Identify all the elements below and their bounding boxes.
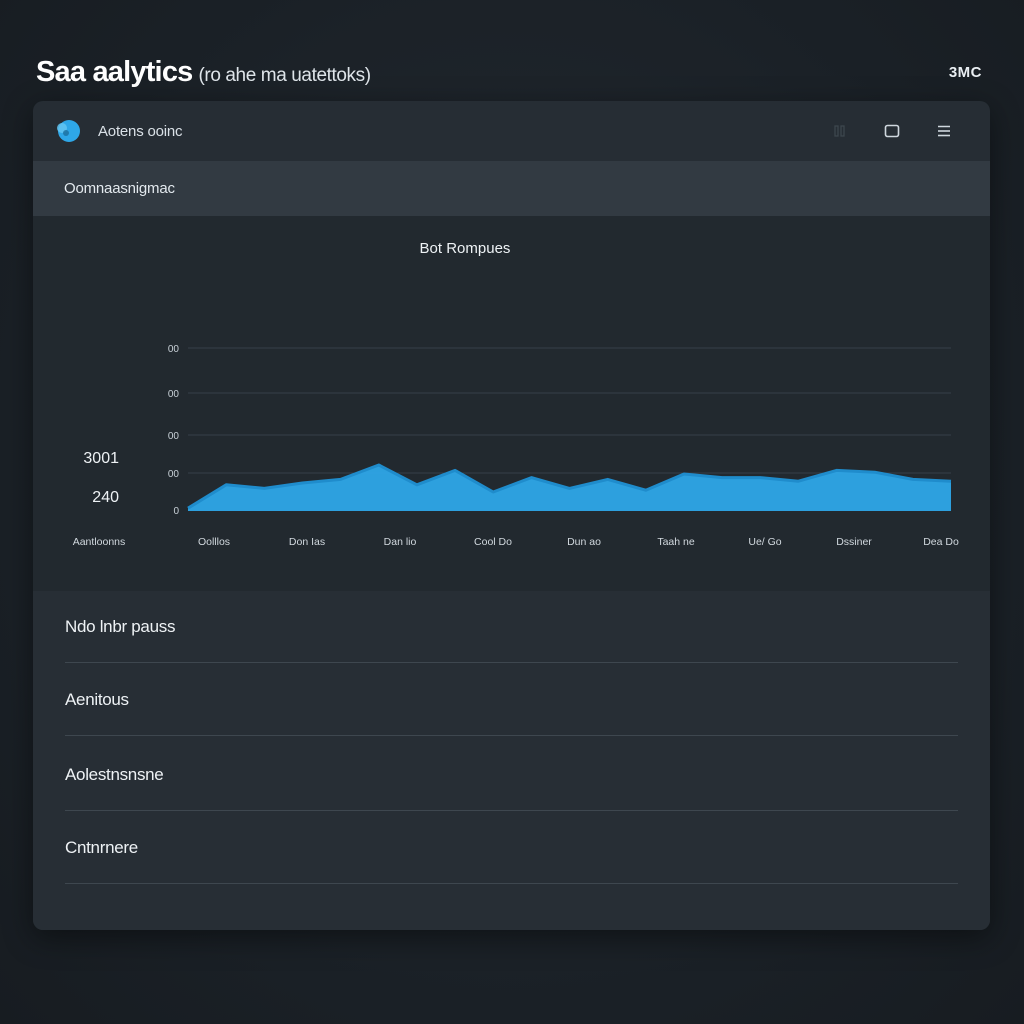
x-tick-label: Don Ias [289,536,325,548]
area-chart: Bot Rompues0000000003001240Aantloonns Ool… [73,240,959,548]
page-header: Saa aalytics (ro ahe ma uatettoks) 3MC [36,52,982,92]
panel-toolbar: Aotens ooinc [33,101,990,161]
side-label: 240 [92,489,119,506]
side-label: 3001 [83,450,119,467]
x-tick-label: Dssiner [836,536,872,548]
menu-icon[interactable] [918,114,970,148]
chart-area: Bot Rompues 0 00 00 00 00 3001 240 Aantloonns Ool… [33,216,990,591]
y-tick-label: 00 [168,431,180,442]
x-tick-label: Ue/ Go [748,536,781,548]
x-tick-label: Taah ne [657,536,695,548]
top-right-badge[interactable]: 3MC [949,64,982,81]
grid-icon[interactable] [814,114,866,148]
x-tick-label: Cool Do [474,536,512,548]
y-tick-label: 00 [168,389,180,400]
list-item[interactable]: Aolestnsnsne [65,739,958,811]
app-name: Aotens ooinc [98,122,183,140]
x-tick-label: Dan lio [384,536,417,548]
list-item[interactable]: Aenitous [65,664,958,736]
app-logo-icon[interactable] [53,116,83,146]
title-group: Saa aalytics (ro ahe ma uatettoks) [36,56,371,89]
chart-title: Bot Rompues [420,240,511,257]
section-header: Oomnaasnigmac [33,161,990,216]
list-item[interactable]: Cntnrnere [65,812,958,884]
analytics-panel: Aotens ooinc Oomnaasnigmac Bot Rompues 0… [33,101,990,930]
list-item[interactable]: Ndo lnbr pauss [65,591,958,663]
x-tick-label: Dun ao [567,536,601,548]
y-tick-label: 00 [168,469,180,480]
page-subtitle: (ro ahe ma uatettoks) [198,64,371,86]
window-icon[interactable] [866,114,918,148]
toolbar-actions [814,114,970,148]
list-area: Ndo lnbr pauss Aenitous Aolestnsnsne Cnt… [33,591,990,930]
section-title: Oomnaasnigmac [64,180,175,197]
x-tick-label: Dea Do [923,536,959,548]
page: Saa aalytics (ro ahe ma uatettoks) 3MC A… [0,0,1024,1024]
page-title: Saa aalytics [36,55,193,88]
x-tick-label: Oolllos [198,536,230,548]
x-tick-label: Aantloonns [73,536,126,548]
y-tick-label: 0 [173,506,179,517]
y-tick-label: 00 [168,344,180,355]
